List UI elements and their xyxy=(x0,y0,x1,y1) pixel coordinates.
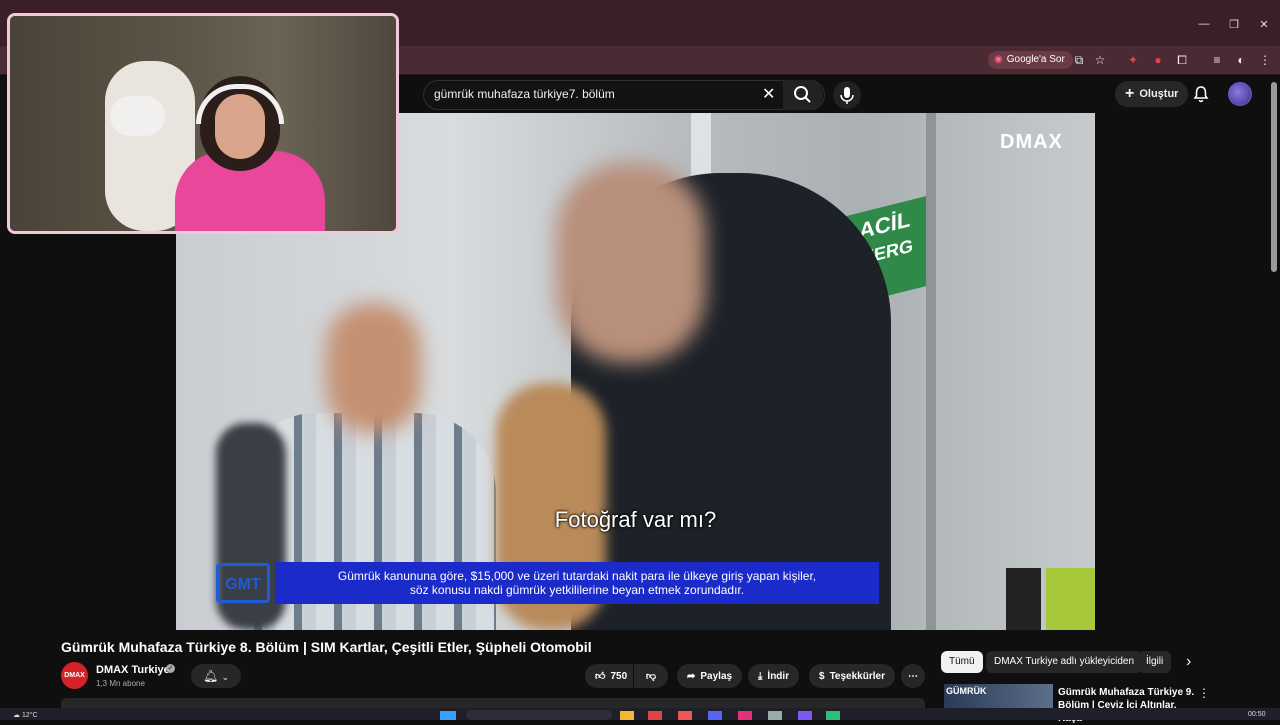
channel-name[interactable]: DMAX Turkiye xyxy=(96,664,170,676)
super-thanks-icon: $ xyxy=(819,670,825,682)
chip-related[interactable]: İlgili xyxy=(1138,651,1172,673)
microphone-icon xyxy=(840,87,854,104)
extensions-puzzle-icon[interactable]: ⧠ xyxy=(1173,51,1191,69)
plus-icon: + xyxy=(1125,85,1135,102)
chevron-right-icon[interactable]: › xyxy=(1186,653,1191,671)
search-icon xyxy=(794,86,811,103)
download-icon: ⤓ xyxy=(758,670,763,682)
voice-search-button[interactable] xyxy=(833,81,861,109)
page-scrollbar[interactable] xyxy=(1271,82,1277,272)
weather-temp: 12°C xyxy=(21,712,38,719)
thanks-button[interactable]: $ Teşekkürler xyxy=(809,664,895,688)
clear-search-icon[interactable]: ✕ xyxy=(762,84,775,104)
ask-google-button[interactable]: ◉ Google'a Sor xyxy=(988,51,1073,69)
minimize-icon[interactable]: — xyxy=(1194,18,1214,30)
download-label: İndir xyxy=(767,670,790,682)
weather-cloud-icon: ☁ xyxy=(13,712,20,719)
officer-face-blurred xyxy=(556,163,706,363)
app-icon-2[interactable] xyxy=(678,711,692,720)
more-horizontal-icon: ⋯ xyxy=(908,670,918,682)
video-title: Gümrük Muhafaza Türkiye 8. Bölüm | SIM K… xyxy=(61,639,592,655)
webcam-overlay xyxy=(7,13,399,234)
app-icon-1[interactable] xyxy=(648,711,662,720)
tab-search-icon[interactable]: ≡ xyxy=(1208,51,1226,69)
dmax-watermark: DMAX xyxy=(1000,131,1063,153)
share-arrow-icon: ➦ xyxy=(687,670,696,682)
share-button[interactable]: ➦ Paylaş xyxy=(677,664,743,688)
verified-check-icon: ✓ xyxy=(166,664,175,673)
search-query-text: gümrük muhafaza türkiye7. bölüm xyxy=(434,87,615,101)
channel-avatar[interactable]: DMAX xyxy=(61,662,88,689)
extension-icon[interactable]: ✦ xyxy=(1124,51,1142,69)
bookmark-star-icon[interactable]: ☆ xyxy=(1091,51,1109,69)
more-actions-button[interactable]: ⋯ xyxy=(901,664,925,688)
chevron-down-icon: ⌄ xyxy=(221,672,230,682)
weather-widget[interactable]: ☁ 12°C xyxy=(13,711,38,719)
google-lens-icon: ◉ xyxy=(994,54,1003,65)
chip-from-uploader[interactable]: DMAX Turkiye adlı yükleyiciden xyxy=(986,651,1143,673)
account-avatar[interactable] xyxy=(1228,82,1252,106)
share-label: Paylaş xyxy=(700,670,733,682)
create-label: Oluştur xyxy=(1139,88,1179,100)
record-extension-icon[interactable]: ● xyxy=(1149,51,1167,69)
subscription-notifications-button[interactable]: 🔔︎ ⌄ xyxy=(191,664,241,688)
thumbnail-text: GÜMRÜK xyxy=(946,686,987,696)
thanks-label: Teşekkürler xyxy=(829,670,885,682)
restore-icon[interactable]: ❐ xyxy=(1224,18,1244,31)
cast-icon[interactable]: ⧉ xyxy=(1070,51,1088,69)
app-icon-5[interactable] xyxy=(798,711,812,720)
door-frame xyxy=(926,113,936,630)
file-explorer-icon[interactable] xyxy=(620,711,634,720)
dislike-button[interactable]: 👎︎ xyxy=(634,664,668,688)
app-icon-4[interactable] xyxy=(768,711,782,720)
bell-icon xyxy=(1193,86,1209,103)
app-icon-6[interactable] xyxy=(826,711,840,720)
green-box xyxy=(1046,568,1095,630)
taskbar-clock: 00:50 xyxy=(1248,711,1266,718)
profile-icon[interactable]: ◐ xyxy=(1232,51,1250,69)
description-box[interactable] xyxy=(61,698,925,708)
browser-menu-icon[interactable]: ⋮ xyxy=(1256,51,1274,69)
ask-google-label: Google'a Sor xyxy=(1006,54,1065,65)
windows-taskbar xyxy=(0,708,1280,720)
create-button[interactable]: + Oluştur xyxy=(1115,81,1189,107)
ticket-machine xyxy=(1006,568,1041,630)
notifications-button[interactable] xyxy=(1192,85,1210,108)
download-button[interactable]: ⤓ İndir xyxy=(748,664,800,688)
lower-third-line-2: söz konusu nakdi gümrük yetkililerine be… xyxy=(409,583,745,597)
lower-third-line-1: Gümrük kanununa göre, $15,000 ve üzeri t… xyxy=(337,569,817,583)
info-lower-third: Gümrük kanununa göre, $15,000 ve üzeri t… xyxy=(275,562,879,604)
video-subtitle: Fotoğraf var mı? xyxy=(554,507,717,532)
start-windows-icon[interactable] xyxy=(440,711,456,720)
recommendation-menu-icon[interactable]: ⋮ xyxy=(1198,686,1210,700)
close-window-icon[interactable]: ✕ xyxy=(1254,18,1274,31)
search-button[interactable] xyxy=(783,80,823,110)
plush-toy xyxy=(110,96,165,136)
chip-all[interactable]: Tümü xyxy=(941,651,983,673)
thumbs-up-icon: 👍︎ xyxy=(595,671,606,682)
app-icon-3[interactable] xyxy=(738,711,752,720)
subscriber-count: 1,3 Mn abone xyxy=(96,679,145,688)
taskbar-search[interactable] xyxy=(466,710,612,720)
like-count: 750 xyxy=(610,670,628,682)
passenger-face-blurred xyxy=(326,303,421,433)
discord-icon[interactable] xyxy=(708,711,722,720)
like-button[interactable]: 👍︎ 750 xyxy=(585,664,633,688)
thumbs-down-icon: 👎︎ xyxy=(645,671,657,682)
gmt-logo: GMT xyxy=(216,563,270,603)
bell-outline-icon: 🔔︎ xyxy=(202,669,219,683)
